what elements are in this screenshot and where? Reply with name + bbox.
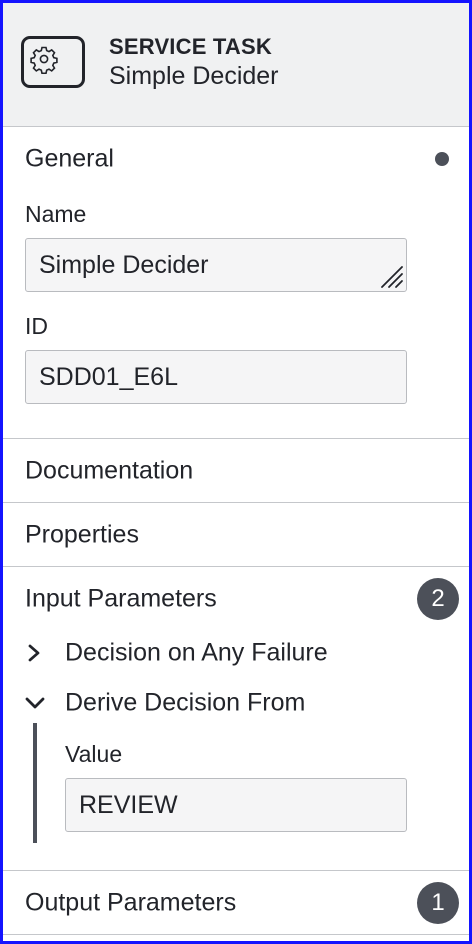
properties-panel: SERVICE TASK Simple Decider General Name… xyxy=(0,0,472,944)
service-task-icon xyxy=(21,36,85,88)
input-parameter-label: Decision on Any Failure xyxy=(65,638,328,667)
group-documentation-header[interactable]: Documentation xyxy=(3,440,469,502)
name-field-label: Name xyxy=(25,201,87,227)
nested-section-indicator xyxy=(33,723,37,843)
group-properties-header[interactable]: Properties xyxy=(3,504,469,566)
id-field[interactable]: SDD01_E6L xyxy=(25,350,407,404)
divider xyxy=(3,934,469,935)
element-type-label: SERVICE TASK xyxy=(109,34,272,59)
input-parameter-item[interactable]: Derive Decision From xyxy=(3,681,469,725)
group-input-parameters-title: Input Parameters xyxy=(25,584,217,613)
group-general-title: General xyxy=(25,144,114,173)
name-field-value: Simple Decider xyxy=(39,250,209,279)
group-input-parameters-header[interactable]: Input Parameters 2 xyxy=(3,568,469,630)
chevron-down-icon[interactable] xyxy=(23,691,49,715)
id-field-label: ID xyxy=(25,313,48,339)
divider xyxy=(3,502,469,503)
panel-header: SERVICE TASK Simple Decider xyxy=(3,3,469,127)
divider xyxy=(3,870,469,871)
value-field-value: REVIEW xyxy=(79,790,178,819)
element-name-label: Simple Decider xyxy=(109,62,279,90)
group-output-parameters-title: Output Parameters xyxy=(25,888,237,917)
resize-grip-icon[interactable] xyxy=(378,263,404,289)
group-documentation-title: Documentation xyxy=(25,456,194,485)
input-parameter-item[interactable]: Decision on Any Failure xyxy=(3,631,469,675)
divider xyxy=(3,566,469,567)
output-parameters-count-badge: 1 xyxy=(417,882,459,924)
input-parameter-label: Derive Decision From xyxy=(65,688,306,717)
chevron-right-icon[interactable] xyxy=(23,641,45,665)
value-field-label: Value xyxy=(65,741,123,767)
id-field-value: SDD01_E6L xyxy=(39,362,178,391)
group-properties-title: Properties xyxy=(25,520,139,549)
group-general-indicator-dot xyxy=(435,152,449,166)
input-parameters-count-badge: 2 xyxy=(417,578,459,620)
divider xyxy=(3,438,469,439)
gear-icon xyxy=(30,46,58,74)
name-field[interactable]: Simple Decider xyxy=(25,238,407,292)
value-field[interactable]: REVIEW xyxy=(65,778,407,832)
group-general-header[interactable]: General xyxy=(3,128,469,190)
group-output-parameters-header[interactable]: Output Parameters 1 xyxy=(3,872,469,934)
